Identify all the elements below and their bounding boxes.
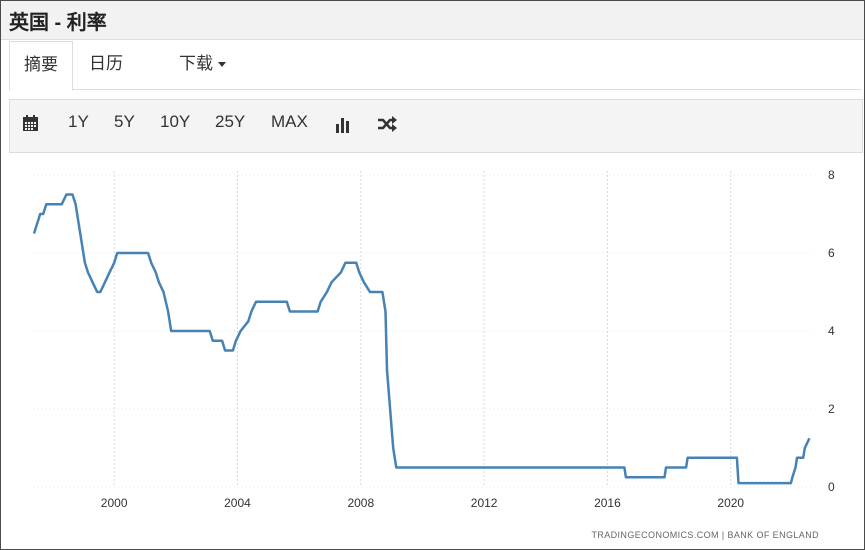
x-tick-label: 2000	[101, 496, 128, 510]
tab-bar: 摘要 日历 下载	[9, 41, 861, 91]
shuffle-icon[interactable]	[377, 116, 397, 137]
caret-down-icon	[218, 62, 226, 68]
y-tick-label: 8	[828, 168, 835, 182]
x-tick-label: 2004	[224, 496, 251, 510]
download-label: 下载	[179, 54, 213, 73]
bar-chart-icon[interactable]	[335, 117, 351, 138]
tab-summary-label: 摘要	[24, 55, 58, 74]
interest-rate-line	[32, 193, 811, 485]
range-10y-button[interactable]: 10Y	[160, 112, 190, 132]
y-tick-label: 4	[828, 324, 835, 338]
y-tick-label: 0	[828, 480, 835, 494]
range-1y-button[interactable]: 1Y	[68, 112, 89, 132]
app-window: 英国 - 利率 摘要 日历 下载 1Y 5Y 10Y 25Y MAX 2000 …	[0, 0, 865, 550]
title-bar: 英国 - 利率	[1, 1, 864, 40]
interest-rate-chart: 2000 2004 2008 2012 2016 2020 0 2 4 6 8 TRADINGECON…	[32, 168, 835, 540]
x-tick-label: 2020	[717, 496, 744, 510]
download-dropdown[interactable]: 下载	[179, 41, 226, 89]
x-tick-label: 2012	[471, 496, 498, 510]
tab-summary[interactable]: 摘要	[9, 41, 73, 91]
range-5y-button[interactable]: 5Y	[114, 112, 135, 132]
page-title: 英国 - 利率	[9, 12, 107, 34]
tab-calendar[interactable]: 日历	[89, 41, 123, 89]
x-tick-label: 2016	[594, 496, 621, 510]
source-credit: TRADINGECONOMICS.COM | BANK OF ENGLAND	[591, 530, 819, 540]
calendar-icon[interactable]	[22, 115, 39, 137]
range-max-button[interactable]: MAX	[271, 112, 308, 132]
tab-calendar-label: 日历	[89, 54, 123, 73]
range-25y-button[interactable]: 25Y	[215, 112, 245, 132]
chart-toolbar: 1Y 5Y 10Y 25Y MAX	[9, 99, 863, 153]
y-tick-label: 2	[828, 402, 835, 416]
y-tick-label: 6	[828, 246, 835, 260]
x-tick-label: 2008	[347, 496, 374, 510]
